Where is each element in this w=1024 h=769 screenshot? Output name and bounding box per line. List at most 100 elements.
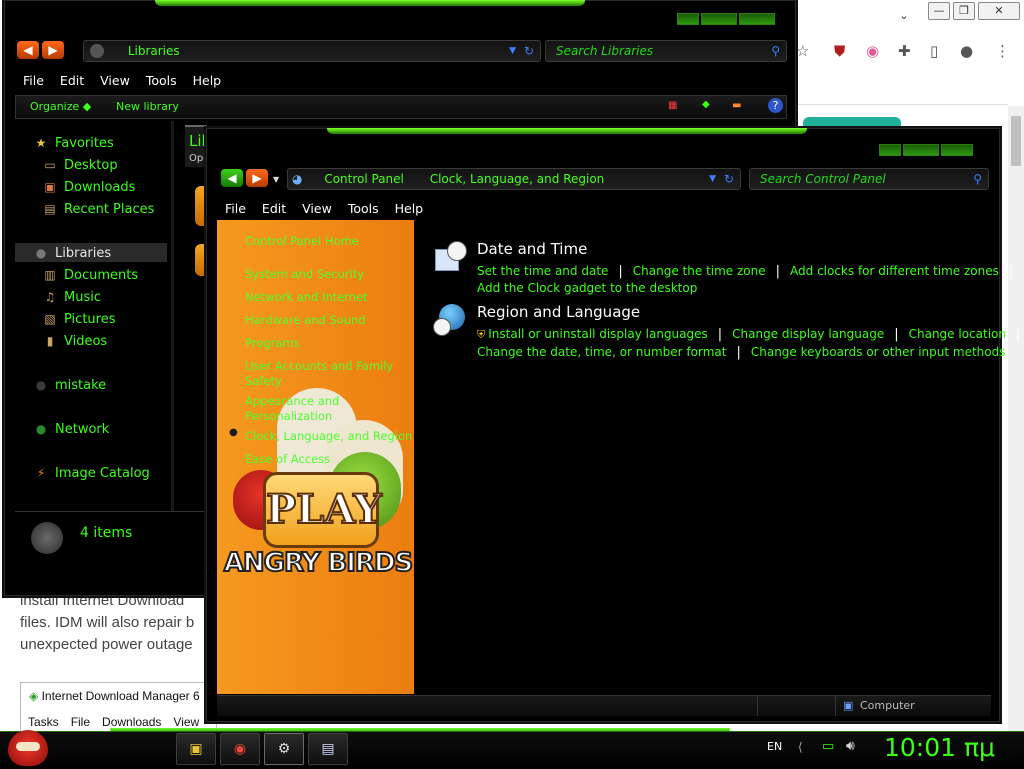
- shield-extension-icon[interactable]: ⛊: [834, 42, 845, 60]
- back-button[interactable]: ◀: [221, 169, 243, 187]
- close-button[interactable]: [941, 144, 973, 156]
- pane-splitter[interactable]: [171, 121, 174, 511]
- search-icon[interactable]: ⚲: [771, 41, 780, 61]
- change-keyboards-link[interactable]: Change keyboards or other input methods: [751, 345, 1006, 359]
- search-input[interactable]: Search Libraries ⚲: [545, 40, 787, 62]
- preview-pane-icon[interactable]: ▬: [732, 100, 741, 111]
- nav-pictures[interactable]: ▧ Pictures: [42, 312, 115, 327]
- sidebar-item-appearance[interactable]: Appearance and Personalization: [245, 394, 365, 424]
- change-time-zone-link[interactable]: Change the time zone: [633, 264, 766, 278]
- menu-help[interactable]: Help: [387, 199, 432, 219]
- minimize-button[interactable]: [879, 144, 901, 156]
- menu-edit[interactable]: Edit: [52, 71, 92, 91]
- install-languages-link[interactable]: Install or uninstall display languages: [488, 327, 708, 341]
- close-button[interactable]: [739, 13, 775, 25]
- menu-tools[interactable]: Tools: [340, 199, 387, 219]
- change-location-link[interactable]: Change location: [909, 327, 1006, 341]
- sidebar-item-ease-of-access[interactable]: Ease of Access: [245, 452, 330, 467]
- view-options-icon[interactable]: ◆: [702, 99, 710, 110]
- sidebar-item-network-internet[interactable]: Network and Internet: [245, 290, 368, 305]
- tray-arrow-icon[interactable]: ⟨: [798, 740, 803, 754]
- maximize-button[interactable]: [903, 144, 939, 156]
- idm-menu-downloads[interactable]: Downloads: [102, 715, 161, 729]
- network-tool-taskbar-button[interactable]: ▤: [308, 733, 348, 765]
- explorer-taskbar-button[interactable]: ▣: [176, 733, 216, 765]
- nav-network[interactable]: ● Network: [33, 422, 110, 437]
- star-icon[interactable]: ☆: [796, 42, 809, 60]
- search-input[interactable]: Search Control Panel ⚲: [749, 168, 989, 190]
- action-center-icon[interactable]: ▭: [822, 739, 834, 754]
- nav-image-catalog[interactable]: ⚡ Image Catalog: [33, 466, 150, 481]
- idm-menu-view[interactable]: View: [173, 715, 199, 729]
- nav-favorites[interactable]: ★ Favorites: [33, 136, 114, 151]
- menu-file[interactable]: File: [217, 199, 254, 219]
- control-panel-home-link[interactable]: Control Panel Home: [245, 234, 359, 249]
- menu-tools[interactable]: Tools: [138, 71, 185, 91]
- region-language-icon[interactable]: [433, 304, 467, 338]
- flag-extension-icon[interactable]: ◉: [866, 42, 879, 60]
- add-clock-gadget-link[interactable]: Add the Clock gadget to the desktop: [477, 281, 697, 295]
- address-bar[interactable]: ◕ Control Panel Clock, Language, and Reg…: [287, 168, 741, 190]
- view-icon[interactable]: ▦: [668, 100, 677, 111]
- minimize-button[interactable]: —: [928, 2, 950, 20]
- date-time-heading[interactable]: Date and Time: [477, 240, 587, 258]
- refresh-icon[interactable]: ↻: [524, 41, 534, 61]
- idm-menu-file[interactable]: File: [71, 715, 90, 729]
- nav-music[interactable]: ♫ Music: [42, 290, 101, 305]
- volume-icon[interactable]: 🔊︎: [846, 738, 855, 754]
- maximize-button[interactable]: [701, 13, 737, 25]
- sidebar-item-system-security[interactable]: System and Security: [245, 267, 364, 282]
- menu-kebab-icon[interactable]: ⋮: [995, 42, 1010, 60]
- new-library-button[interactable]: New library: [116, 100, 179, 113]
- menu-help[interactable]: Help: [185, 71, 230, 91]
- change-format-link[interactable]: Change the date, time, or number format: [477, 345, 726, 359]
- language-indicator[interactable]: EN: [767, 740, 782, 753]
- date-time-icon[interactable]: [433, 241, 467, 273]
- control-panel-window[interactable]: ◀ ▶ ▼ ◕ Control Panel Clock, Language, a…: [206, 128, 1020, 722]
- menu-view[interactable]: View: [92, 71, 138, 91]
- window-controls[interactable]: [677, 13, 775, 25]
- menu-edit[interactable]: Edit: [254, 199, 294, 219]
- chevron-down-icon[interactable]: ▼: [709, 169, 716, 189]
- recent-pages-chevron-icon[interactable]: ▼: [273, 175, 279, 184]
- breadcrumb-control-panel[interactable]: Control Panel: [324, 172, 404, 186]
- back-button[interactable]: ◀: [17, 41, 39, 59]
- breadcrumb-clock-language-region[interactable]: Clock, Language, and Region: [430, 172, 605, 186]
- menu-file[interactable]: File: [15, 71, 52, 91]
- nav-downloads[interactable]: ▣ Downloads: [42, 180, 135, 195]
- address-bar[interactable]: Libraries ▼ ↻: [83, 40, 541, 62]
- sidebar-item-clock-language-region[interactable]: Clock, Language, and Region: [245, 429, 415, 444]
- scrollbar[interactable]: [1008, 106, 1024, 731]
- menu-view[interactable]: View: [294, 199, 340, 219]
- window-controls[interactable]: [879, 144, 973, 156]
- control-panel-taskbar-button[interactable]: ⚙: [264, 733, 304, 765]
- taskbar-clock[interactable]: 10:01 πμ: [884, 733, 995, 762]
- close-button[interactable]: ✕: [978, 2, 1020, 20]
- refresh-icon[interactable]: ↻: [724, 169, 734, 189]
- nav-recent-places[interactable]: ▤ Recent Places: [42, 202, 154, 217]
- nav-videos[interactable]: ▮ Videos: [42, 334, 108, 349]
- set-time-date-link[interactable]: Set the time and date: [477, 264, 608, 278]
- idm-menu-tasks[interactable]: Tasks: [28, 715, 59, 729]
- nav-mistake[interactable]: ● mistake: [33, 378, 106, 393]
- search-icon[interactable]: ⚲: [973, 169, 982, 189]
- region-language-heading[interactable]: Region and Language: [477, 303, 640, 321]
- scroll-thumb[interactable]: [1011, 116, 1021, 166]
- restore-button[interactable]: ❐: [953, 2, 975, 20]
- chevron-down-icon[interactable]: ⌄: [897, 8, 911, 24]
- nav-libraries[interactable]: ● Libraries: [33, 246, 111, 261]
- sidebar-item-programs[interactable]: Programs: [245, 336, 300, 351]
- minimize-button[interactable]: [677, 13, 699, 25]
- puzzle-icon[interactable]: ✚: [898, 42, 911, 60]
- chevron-down-icon[interactable]: ▼: [509, 41, 516, 61]
- sidebar-item-user-accounts[interactable]: User Accounts and Family Safety: [245, 359, 395, 389]
- forward-button[interactable]: ▶: [246, 169, 268, 187]
- add-clocks-link[interactable]: Add clocks for different time zones: [790, 264, 999, 278]
- chrome-taskbar-button[interactable]: ◉: [220, 733, 260, 765]
- nav-documents[interactable]: ▥ Documents: [42, 268, 138, 283]
- change-display-language-link[interactable]: Change display language: [732, 327, 884, 341]
- help-icon[interactable]: ?: [768, 98, 783, 113]
- nav-desktop[interactable]: ▭ Desktop: [42, 158, 117, 173]
- profile-avatar-icon[interactable]: ●: [960, 42, 973, 60]
- sidepanel-icon[interactable]: ▯: [930, 42, 938, 60]
